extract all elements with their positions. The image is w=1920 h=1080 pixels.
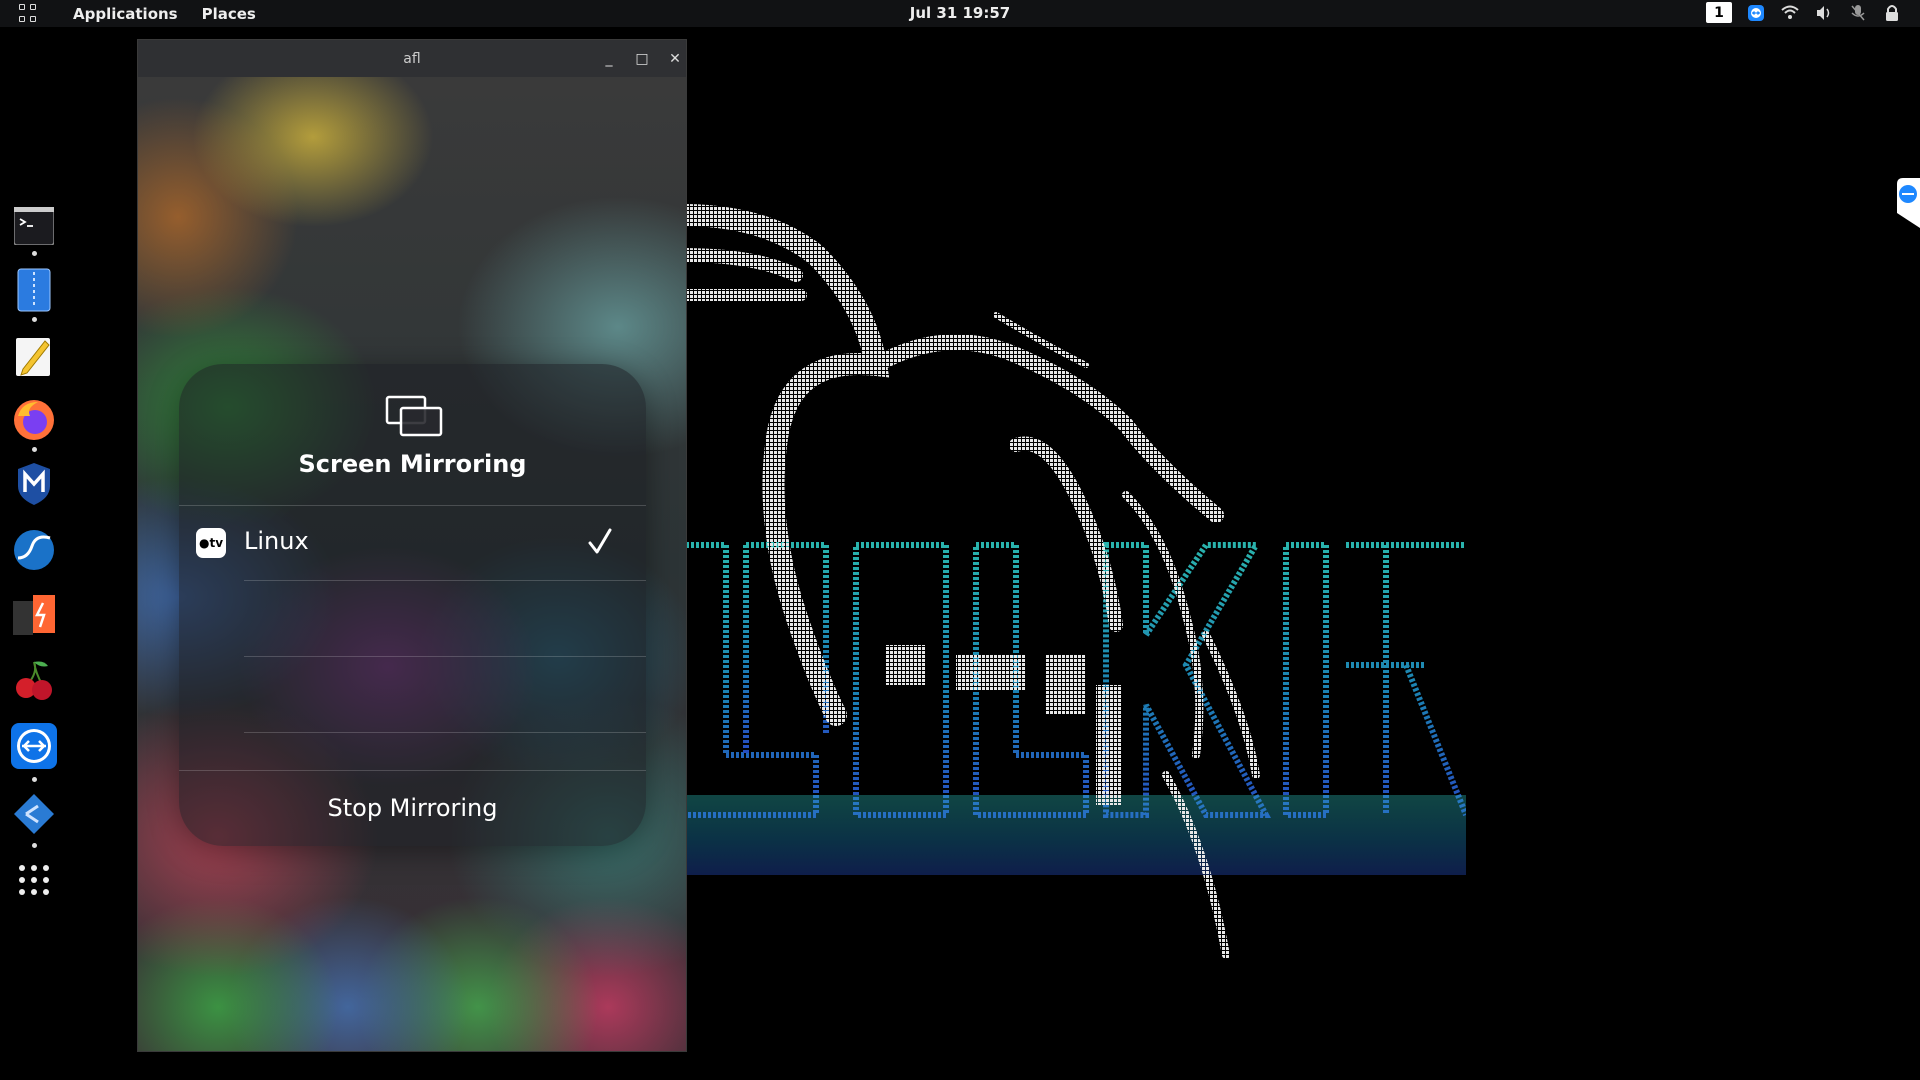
- workspace-indicator[interactable]: 1: [1706, 2, 1732, 23]
- mirrored-screen: Screen Mirroring ● tv Linux Stop Mirrorin…: [138, 77, 686, 1051]
- activities-grid-icon[interactable]: [19, 3, 39, 24]
- minimize-button[interactable]: _: [598, 48, 620, 70]
- checkmark-icon: [588, 528, 612, 554]
- burpsuite-icon[interactable]: [11, 593, 57, 639]
- teamviewer-side-tab[interactable]: [1893, 178, 1920, 233]
- afl-window: afl _ □ ✕ Screen Mirroring ● tv Linux St…: [138, 40, 686, 1051]
- screen-mirroring-panel: Screen Mirroring ● tv Linux Stop Mirrorin…: [179, 364, 646, 846]
- show-apps-icon[interactable]: [11, 857, 57, 903]
- window-title: afl: [403, 50, 421, 67]
- file-manager-icon[interactable]: [11, 267, 57, 313]
- apple-tv-icon: ● tv: [196, 528, 226, 558]
- terminal-icon[interactable]: [11, 203, 57, 249]
- divider: [244, 580, 646, 581]
- cherrytree-icon[interactable]: [11, 657, 57, 703]
- clock[interactable]: Jul 31 19:57: [0, 4, 1920, 22]
- maximize-button[interactable]: □: [631, 48, 653, 70]
- lock-icon[interactable]: [1882, 3, 1902, 23]
- device-name: Linux: [244, 527, 309, 555]
- running-indicator: [32, 317, 37, 322]
- divider: [244, 656, 646, 657]
- running-indicator: [32, 251, 37, 256]
- places-menu[interactable]: Places: [202, 5, 256, 23]
- system-tray: 1: [1706, 2, 1902, 23]
- applications-menu[interactable]: Applications: [73, 5, 178, 23]
- close-button[interactable]: ✕: [664, 48, 686, 70]
- teamviewer-icon[interactable]: [11, 723, 57, 769]
- volume-icon[interactable]: [1814, 3, 1834, 23]
- panel-title: Screen Mirroring: [298, 450, 527, 478]
- window-titlebar[interactable]: afl _ □ ✕: [138, 40, 686, 77]
- firefox-icon[interactable]: [11, 397, 57, 443]
- microphone-muted-icon[interactable]: [1848, 3, 1868, 23]
- text-editor-icon[interactable]: [11, 333, 57, 379]
- teamviewer-tray-icon[interactable]: [1746, 3, 1766, 23]
- running-indicator: [32, 843, 37, 848]
- stop-mirroring-button[interactable]: Stop Mirroring: [179, 770, 646, 846]
- running-indicator: [32, 777, 37, 782]
- device-row-linux[interactable]: ● tv Linux: [179, 505, 646, 581]
- wireshark-icon[interactable]: [11, 527, 57, 573]
- wifi-icon[interactable]: [1780, 3, 1800, 23]
- metasploit-icon[interactable]: [11, 461, 57, 507]
- remmina-icon[interactable]: [11, 791, 57, 837]
- running-indicator: [32, 447, 37, 452]
- divider: [244, 732, 646, 733]
- screen-mirroring-icon: [385, 395, 443, 437]
- top-panel: Applications Places Jul 31 19:57 1: [0, 0, 1920, 27]
- kali-wallpaper-logo: [686, 204, 1466, 959]
